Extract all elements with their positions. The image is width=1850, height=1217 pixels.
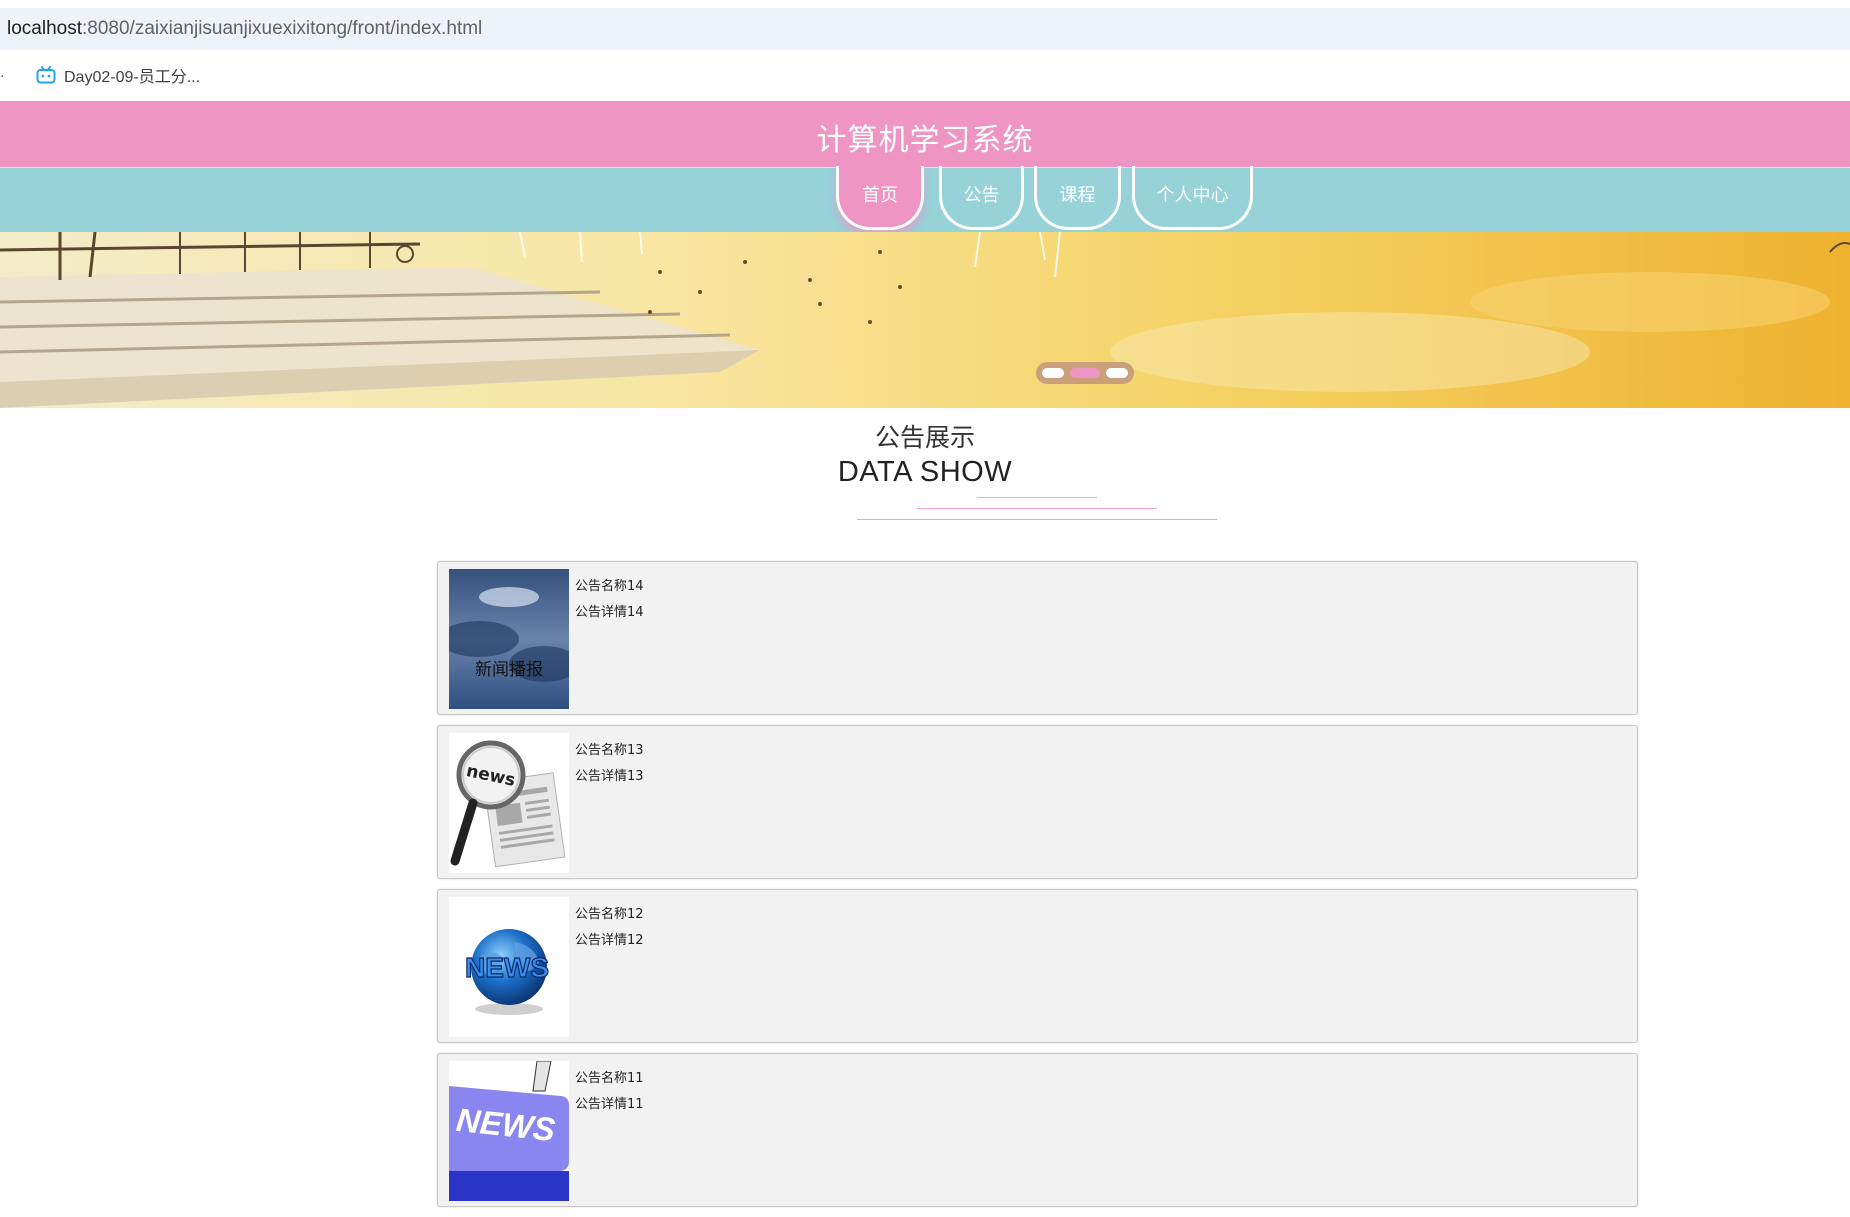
- url-text[interactable]: localhost:8080/zaixianjisuanjixuexixiton…: [7, 18, 482, 40]
- bookmark-overflow[interactable]: .: [0, 64, 4, 82]
- nav-item-profile[interactable]: 个人中心: [1132, 166, 1253, 230]
- address-bar[interactable]: localhost:8080/zaixianjisuanjixuexixiton…: [0, 8, 1850, 50]
- news-title[interactable]: 公告名称12: [575, 903, 644, 922]
- site-title: 计算机学习系统: [816, 123, 1034, 158]
- title-divider: [857, 519, 1217, 520]
- nav-item-notice[interactable]: 公告: [939, 166, 1024, 230]
- svg-text:新闻播报: 新闻播报: [475, 660, 543, 680]
- bookmark-item[interactable]: Day02-09-员工分...: [36, 63, 200, 87]
- svg-text:NEWS: NEWS: [465, 952, 549, 983]
- news-card[interactable]: news 公告名称13 公告详情13: [437, 725, 1638, 879]
- carousel-indicators: [1036, 362, 1134, 384]
- bookmarks-bar: . Day02-09-员工分...: [0, 50, 1850, 100]
- globe-news-image: NEWS: [449, 897, 569, 1037]
- title-divider: [917, 508, 1157, 509]
- carousel-dot-2[interactable]: [1070, 368, 1100, 378]
- news-detail: 公告详情12: [575, 933, 644, 948]
- news-list: 新闻播报 公告名称14 公告详情14 news 公告名称13 公告详情13 NE…: [437, 561, 1638, 1217]
- bookmark-label: Day02-09-员工分...: [64, 69, 201, 86]
- magnifier-newspaper-image: news: [449, 733, 569, 873]
- news-title[interactable]: 公告名称13: [575, 739, 644, 758]
- news-card[interactable]: NEWS 公告名称12 公告详情12: [437, 889, 1638, 1043]
- news-title[interactable]: 公告名称14: [575, 575, 644, 594]
- news-title[interactable]: 公告名称11: [575, 1067, 644, 1086]
- site-header: 计算机学习系统: [0, 101, 1850, 167]
- title-divider: [977, 497, 1097, 498]
- storm-sky-news-image: 新闻播报: [449, 569, 569, 709]
- news-key-image: NEWS: [449, 1061, 569, 1201]
- url-path: :8080/zaixianjisuanjixuexixitong/front/i…: [82, 18, 483, 39]
- news-card[interactable]: 新闻播报 公告名称14 公告详情14: [437, 561, 1638, 715]
- news-detail: 公告详情13: [575, 769, 644, 784]
- nav-item-course[interactable]: 课程: [1034, 166, 1121, 230]
- section-title: 公告展示: [874, 423, 975, 452]
- banner-illustration: [0, 232, 1850, 408]
- main-nav: 首页 公告 课程 个人中心: [0, 166, 1850, 232]
- news-detail: 公告详情11: [575, 1097, 644, 1112]
- carousel-dot-3[interactable]: [1106, 368, 1128, 378]
- nav-item-home[interactable]: 首页: [836, 166, 924, 230]
- url-host: localhost: [7, 18, 82, 39]
- news-card[interactable]: NEWS 公告名称11 公告详情11: [437, 1053, 1638, 1207]
- carousel-dot-1[interactable]: [1042, 368, 1064, 378]
- banner-carousel[interactable]: [0, 232, 1850, 408]
- news-detail: 公告详情14: [575, 605, 644, 620]
- section-subtitle: DATA SHOW: [837, 456, 1013, 488]
- bilibili-icon: [36, 66, 56, 84]
